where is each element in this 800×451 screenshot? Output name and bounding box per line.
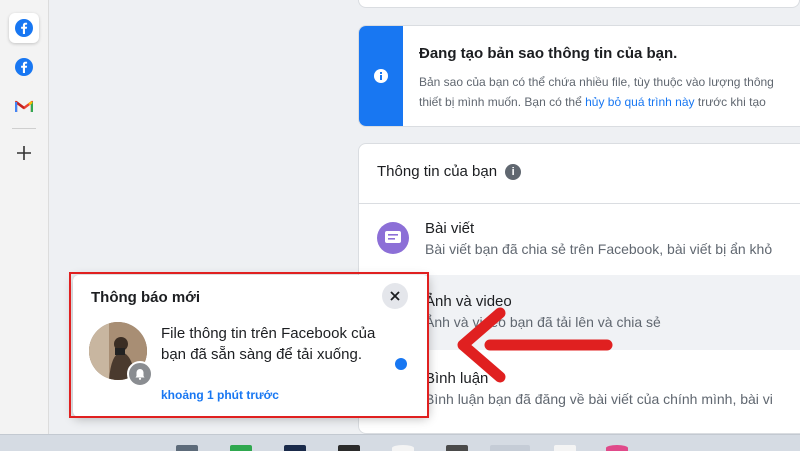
info-header-label: Thông tin của bạn [377, 163, 498, 180]
taskbar-active-app[interactable] [490, 445, 530, 451]
previous-card-fragment [358, 0, 800, 8]
close-icon [390, 291, 400, 301]
plus-icon [17, 146, 31, 160]
new-notification-popup[interactable]: Thông báo mới File thông tin trên Facebo… [73, 275, 429, 417]
close-button[interactable] [382, 283, 408, 309]
info-item-title: Bài viết [425, 220, 475, 237]
taskbar-app-icon[interactable] [392, 445, 414, 451]
facebook-icon [15, 19, 33, 37]
banner-line-2: thiết bị mình muốn. Bạn có thể hủy bỏ qu… [419, 92, 800, 112]
sidebar-facebook-button[interactable] [9, 13, 39, 43]
taskbar-app-icon[interactable] [338, 445, 360, 451]
taskbar-app-icon[interactable] [446, 445, 468, 451]
taskbar-app-icon[interactable] [606, 445, 628, 451]
post-icon [377, 222, 409, 254]
gmail-icon [15, 100, 33, 112]
cancel-process-link[interactable]: hủy bỏ quá trình này [585, 95, 694, 109]
facebook-icon [15, 58, 33, 76]
taskbar-app-icon[interactable] [554, 445, 576, 451]
taskbar-app-icon[interactable] [176, 445, 198, 451]
info-item-desc: Bình luận bạn đã đăng về bài viết của ch… [425, 391, 773, 407]
sidebar-gmail-button[interactable] [9, 91, 39, 121]
info-icon[interactable]: i [505, 163, 522, 180]
banner-title: Đang tạo bản sao thông tin của bạn. [419, 45, 678, 62]
unread-indicator [395, 358, 407, 370]
info-item-posts[interactable]: Bài viết Bài viết bạn đã chia sẻ trên Fa… [359, 204, 800, 275]
bell-icon [127, 361, 153, 387]
taskbar-app-icon[interactable] [230, 445, 252, 451]
banner-line-2-prefix: thiết bị mình muốn. Bạn có thể [419, 95, 586, 109]
taskbar-app-icon[interactable] [284, 445, 306, 451]
info-item-desc: Bài viết bạn đã chia sẻ trên Facebook, b… [425, 241, 773, 257]
info-header: Thông tin của bạn i [377, 163, 522, 180]
sidebar-divider [12, 128, 36, 129]
browser-sidebar [0, 0, 49, 434]
notification-time: khoảng 1 phút trước [161, 388, 279, 402]
sidebar-facebook-button-2[interactable] [9, 52, 39, 82]
banner-line-2-suffix: trước khi tạo [694, 95, 766, 109]
banner-line-1: Bản sao của bạn có thể chứa nhiều file, … [419, 75, 774, 89]
taskbar [0, 434, 800, 451]
notification-message: File thông tin trên Facebook của bạn đã … [161, 325, 376, 363]
copy-in-progress-banner: Đang tạo bản sao thông tin của bạn. Bản … [358, 25, 800, 127]
arrow-annotation-icon [457, 307, 613, 383]
info-icon [374, 69, 388, 83]
sidebar-add-button[interactable] [9, 138, 39, 168]
banner-body: Bản sao của bạn có thể chứa nhiều file, … [419, 72, 800, 112]
notification-title: Thông báo mới [91, 289, 200, 306]
banner-stripe [359, 26, 403, 126]
